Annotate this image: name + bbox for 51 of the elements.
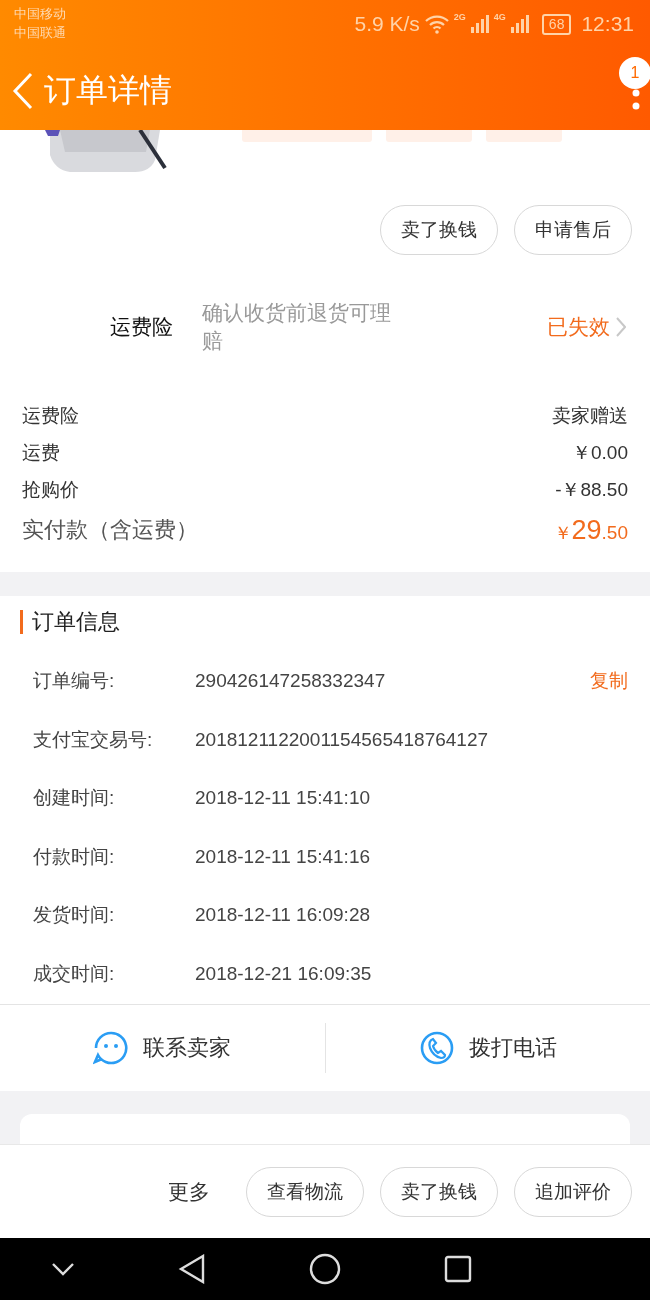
action-button[interactable]: 卖了换钱	[380, 1166, 498, 1217]
phone-icon	[418, 1030, 455, 1066]
home-icon[interactable]	[309, 1253, 341, 1285]
clock: 12:31	[581, 12, 634, 36]
info-label: 订单编号:	[33, 669, 116, 694]
network-type: 2G	[453, 12, 466, 22]
price-value: 卖家赠送	[552, 403, 628, 428]
insurance-label: 运费险	[110, 314, 174, 340]
action-button[interactable]: 卖了换钱	[380, 205, 498, 255]
section-title: 订单信息	[20, 610, 628, 634]
recent-apps-icon[interactable]	[443, 1255, 472, 1283]
action-button[interactable]: 追加评价	[514, 1166, 632, 1217]
price-value: ￥0.00	[572, 440, 628, 465]
battery-level: 68	[541, 13, 572, 35]
more-icon[interactable]	[632, 89, 640, 111]
page-title: 订单详情	[44, 71, 173, 110]
insurance-description: 确认收货前退货可理赔	[202, 300, 392, 354]
contact-button[interactable]: 拨打电话	[468, 1033, 557, 1063]
contact-button[interactable]: 联系卖家	[143, 1033, 232, 1063]
more-link[interactable]: 更多	[168, 1177, 210, 1206]
info-value: 2018-12-11 16:09:28	[195, 904, 371, 927]
chevron-down-icon[interactable]	[51, 1262, 76, 1276]
info-label: 创建时间:	[33, 786, 116, 811]
info-value: 2018-12-11 15:41:10	[195, 787, 371, 810]
carrier-name: 中国移动	[14, 5, 66, 23]
info-value: 2018-12-11 15:41:16	[195, 845, 371, 868]
info-label: 成交时间:	[33, 961, 116, 986]
info-label: 发货时间:	[33, 903, 116, 928]
info-label: 付款时间:	[33, 844, 116, 869]
chat-face-icon	[93, 1030, 130, 1066]
network-type: 4G	[493, 12, 506, 22]
network-speed: 5.9 K/s	[354, 12, 420, 36]
action-button[interactable]: 申请售后	[514, 205, 632, 255]
back-icon[interactable]	[178, 1254, 207, 1284]
info-value: 2018-12-21 16:09:35	[195, 962, 372, 985]
price-label: 运费	[22, 440, 60, 465]
info-value: 2018121122001154565418764127	[195, 728, 489, 751]
signal-icon	[509, 15, 530, 33]
info-label: 支付宝交易号:	[33, 727, 154, 752]
action-button[interactable]: 查看物流	[246, 1166, 364, 1217]
carrier-name: 中国联通	[14, 24, 66, 42]
price-label: 运费险	[22, 403, 79, 428]
total-label: 实付款（含运费）	[22, 516, 198, 544]
price-value: -￥88.50	[555, 477, 628, 502]
notification-badge: 1	[619, 57, 650, 89]
chevron-icon	[616, 317, 626, 337]
wifi-icon	[423, 14, 450, 34]
price-label: 抢购价	[22, 477, 79, 502]
total-amount: ￥29.50	[553, 514, 628, 546]
info-value: 290426147258332347	[195, 670, 386, 693]
signal-icon	[469, 15, 490, 33]
